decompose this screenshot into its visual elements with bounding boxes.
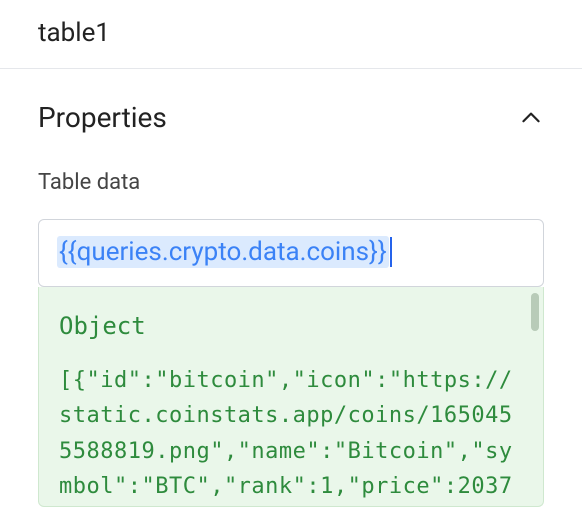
properties-panel: Properties Table data {{queries.crypto.d…: [0, 69, 582, 507]
binding-expression: {{queries.crypto.data.coins}}: [57, 236, 389, 268]
preview-scrollbar[interactable]: [531, 293, 539, 331]
field-label: Table data: [38, 170, 544, 195]
chevron-up-icon[interactable]: [518, 105, 544, 131]
preview-type-label: Object: [59, 307, 523, 345]
section-title: Properties: [38, 101, 167, 134]
section-header[interactable]: Properties: [38, 101, 544, 134]
preview-body: [{"id":"bitcoin","icon":"https://static.…: [59, 363, 523, 504]
widget-title-text: table1: [38, 18, 110, 48]
evaluation-preview: Object [{"id":"bitcoin","icon":"https://…: [38, 287, 544, 507]
text-caret: [390, 237, 392, 267]
widget-title: table1: [0, 0, 582, 69]
table-data-input[interactable]: {{queries.crypto.data.coins}}: [38, 219, 544, 287]
